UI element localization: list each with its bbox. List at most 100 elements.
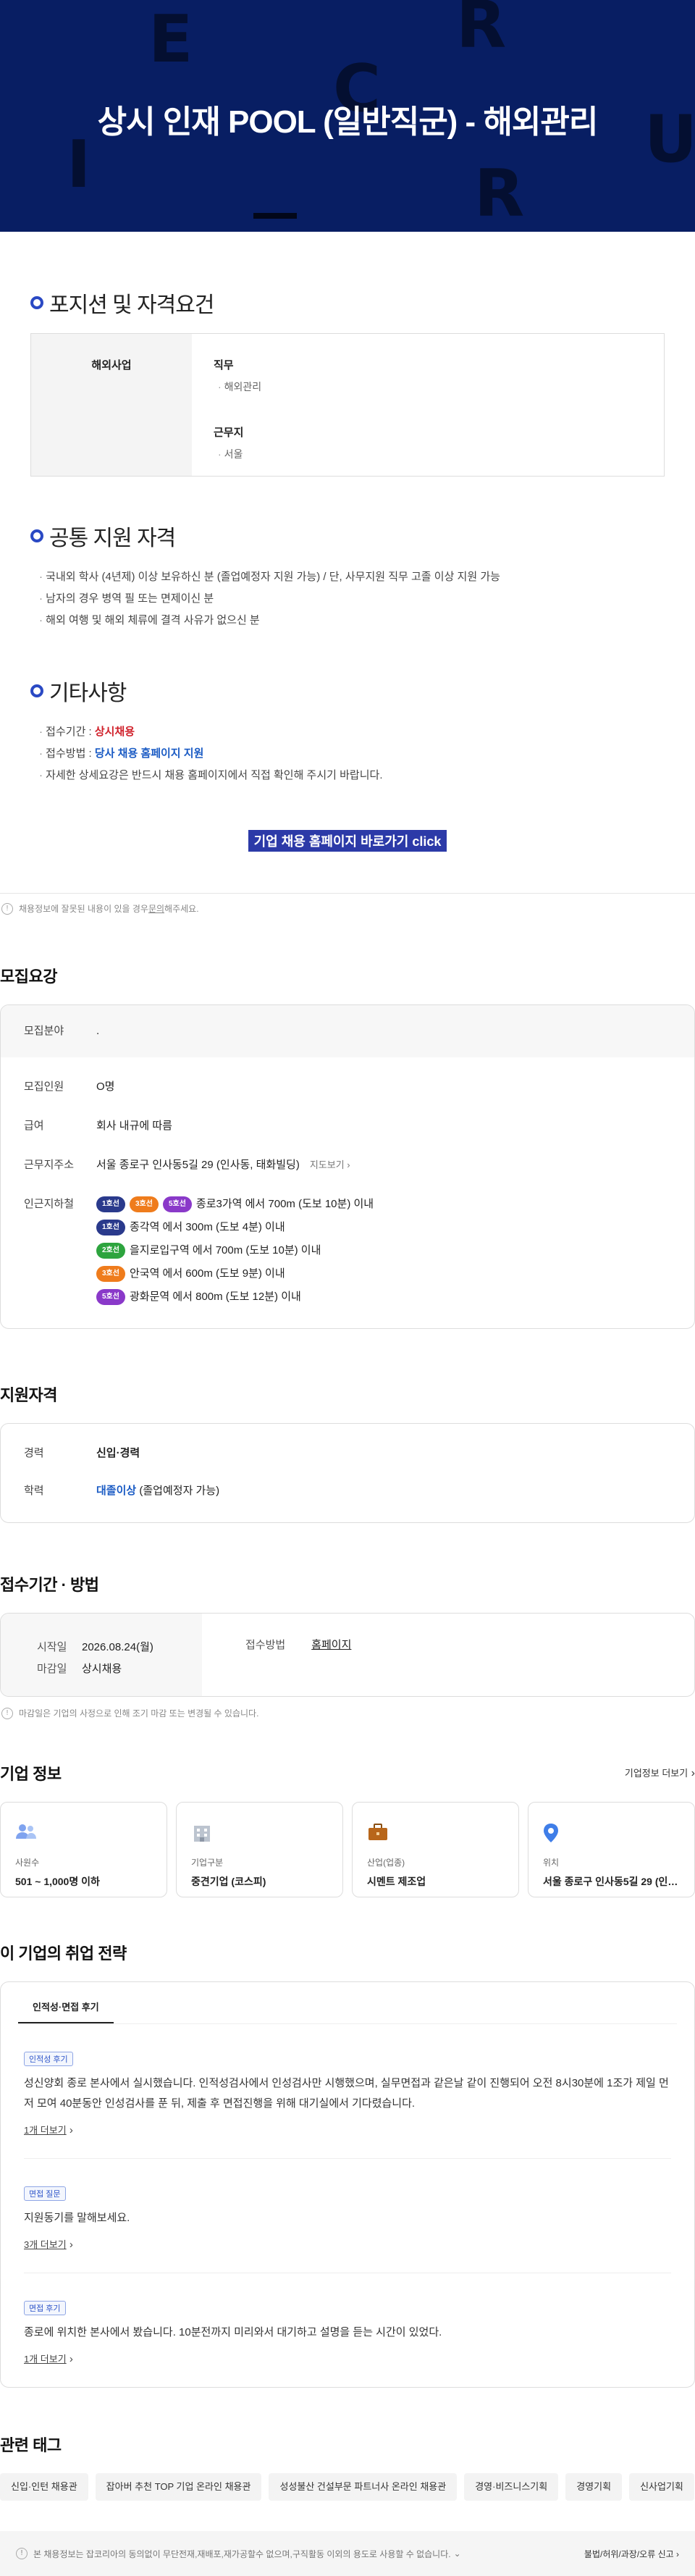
info-icon: ! (1, 902, 13, 915)
review-item: 면접 질문 지원동기를 말해보세요. 3개 더보기 (24, 2159, 671, 2273)
ring-bullet-icon (30, 296, 43, 309)
apply-method-link[interactable]: 홈페이지 (311, 1639, 351, 1651)
location-label: 근무지 (214, 427, 244, 439)
company-card-industry[interactable]: 산업(업종) 시멘트 제조업 (352, 1802, 519, 1897)
tags-title: 관련 태그 (0, 2436, 62, 2454)
company-card-employees[interactable]: 사원수 501 ~ 1,000명 이하 (0, 1802, 167, 1897)
recruit-card: 모집분야 . 모집인원 O명 급여 회사 내규에 따름 근무지주소 서울 종로구… (0, 1004, 695, 1329)
review-item: 면접 후기 종로에 위치한 본사에서 봤습니다. 10분전까지 미리와서 대기하… (24, 2273, 671, 2387)
chevron-down-icon[interactable]: ⌄ (454, 2548, 461, 2559)
etc-section-title: 기타사항 (30, 675, 665, 707)
footer-bar: ! 본 채용정보는 잡코리아의 동의없이 무단전재,재배포,재가공할수 없으며,… (0, 2531, 695, 2576)
briefcase-icon (367, 1823, 504, 1845)
field-value: . (96, 1025, 100, 1037)
map-link[interactable]: 지도보기 (310, 1159, 350, 1170)
line-badge: 1호선 (96, 1220, 125, 1235)
line-badge: 3호선 (96, 1266, 125, 1282)
company-more-link[interactable]: 기업정보 더보기 (625, 1766, 695, 1780)
list-item: 접수방법 : 당사 채용 홈페이지 지원 (39, 743, 665, 765)
education-value: 대졸이상 (96, 1485, 137, 1497)
posting-detail: 포지션 및 자격요건 해외사업 직무 해외관리 근무지 서울 공통 지원 자격 … (0, 287, 695, 852)
people-icon (15, 1823, 152, 1845)
position-table: 해외사업 직무 해외관리 근무지 서울 (30, 333, 665, 477)
hero-deco-letter: E (148, 1, 193, 77)
strategy-section: 이 기업의 취업 전략 인적성·면접 후기 인적성 후기 성신양회 종로 본사에… (0, 1941, 695, 2388)
recruit-section: 모집요강 모집분야 . 모집인원 O명 급여 회사 내규에 따름 근무지주소 서… (0, 964, 695, 1329)
review-item: 인적성 후기 성신양회 종로 본사에서 실시했습니다. 인적성검사에서 인성검사… (24, 2024, 671, 2159)
list-item: 국내외 학사 (4년제) 이상 보유하신 분 (졸업예정자 지원 가능) / 단… (39, 566, 665, 588)
list-item: 남자의 경우 병역 필 또는 면제이신 분 (39, 588, 665, 610)
list-item: 해외 여행 및 해외 체류에 결격 사유가 없으신 분 (39, 610, 665, 632)
line-badge: 5호선 (96, 1289, 125, 1305)
common-section-title: 공통 지원 자격 (30, 520, 665, 552)
tags-section: 관련 태그 신입·인턴 채용관 잡아버 추천 TOP 기업 온라인 채용관 성성… (0, 2433, 695, 2501)
start-date: 2026.08.24(월) (82, 1641, 153, 1653)
hero-deco-letter: R (474, 156, 525, 232)
schedule-section: 접수기간 · 방법 시작일 2026.08.24(월) 마감일 상시채용 접수방법 홈… (0, 1572, 695, 1719)
subway-item: 2호선 을지로입구역 에서 700m (도보 10분) 이내 (96, 1243, 374, 1259)
job-label: 직무 (214, 359, 234, 372)
error-report-notice: ! 채용정보에 잘못된 내용이 있을 경우 문의 해주세요. (0, 902, 695, 915)
qualification-section: 지원자격 경력 신입·경력 학력 대졸이상 (졸업예정자 가능) (0, 1383, 695, 1523)
review-more-link[interactable]: 1개 더보기 (24, 2123, 73, 2136)
address-value: 서울 종로구 인사동5길 29 (인사동, 태화빌딩) 지도보기 (96, 1157, 350, 1173)
schedule-title: 접수기간 · 방법 (0, 1576, 99, 1594)
tag-item[interactable]: 경영기획 (565, 2473, 623, 2501)
subway-item: 1호선 3호선 5호선 종로3가역 에서 700m (도보 10분) 이내 (96, 1196, 374, 1212)
subway-list: 1호선 3호선 5호선 종로3가역 에서 700m (도보 10분) 이내 1호… (96, 1196, 374, 1312)
company-section: 기업 정보 기업정보 더보기 사원수 501 ~ 1,000명 이하 기업구분 … (0, 1761, 695, 1897)
list-item: 접수기간 : 상시채용 (39, 721, 665, 743)
headcount-value: O명 (96, 1081, 115, 1093)
deadline-notice: ! 마감일은 기업의 사정으로 인해 조기 마감 또는 변경될 수 있습니다. (0, 1707, 695, 1719)
subway-item: 3호선 안국역 에서 600m (도보 9분) 이내 (96, 1266, 374, 1282)
tag-list: 신입·인턴 채용관 잡아버 추천 TOP 기업 온라인 채용관 성성불산 건설부… (0, 2473, 695, 2501)
subway-item: 5호선 광화문역 에서 800m (도보 12분) 이내 (96, 1289, 374, 1305)
copyright-notice: 본 채용정보는 잡코리아의 동의없이 무단전재,재배포,재가공할수 없으며,구직… (33, 2548, 451, 2559)
info-icon: ! (16, 2548, 28, 2559)
company-homepage-button[interactable]: 기업 채용 홈페이지 바로가기 click (248, 830, 447, 852)
salary-value: 회사 내규에 따름 (96, 1120, 172, 1132)
tag-item[interactable]: 경영·비즈니스기획 (464, 2473, 559, 2501)
qualification-title: 지원자격 (0, 1386, 57, 1404)
schedule-card: 시작일 2026.08.24(월) 마감일 상시채용 접수방법 홈페이지 (0, 1613, 695, 1697)
hero-deco-letter: R (456, 0, 507, 63)
list-item: 자세한 상세요강은 반드시 채용 홈페이지에서 직접 확인해 주시기 바랍니다. (39, 765, 665, 786)
tag-item[interactable]: 신사업기획 (629, 2473, 694, 2501)
line-badge: 5호선 (162, 1196, 192, 1212)
tag-item[interactable]: 성성불산 건설부문 파트너사 온라인 채용관 (269, 2473, 458, 2501)
hero-deco-bar (253, 213, 297, 219)
line-badge: 1호선 (96, 1196, 125, 1212)
review-more-link[interactable]: 1개 더보기 (24, 2351, 73, 2365)
career-value: 신입·경력 (96, 1447, 140, 1459)
line-badge: 3호선 (129, 1196, 159, 1212)
company-card-location[interactable]: 위치 서울 종로구 인사동5길 29 (인사동, 태화빌딩) (528, 1802, 695, 1897)
report-link[interactable]: 불법/허위/과장/오류 신고 (584, 2548, 679, 2560)
hero-banner: R E C U I R 상시 인재 POOL (일반직군) - 해외관리 (0, 0, 695, 232)
position-dept: 해외사업 (31, 334, 192, 476)
ring-bullet-icon (30, 529, 43, 542)
review-tag: 면접 후기 (24, 2301, 66, 2315)
recruit-title: 모집요강 (0, 968, 57, 986)
line-badge: 2호선 (96, 1243, 125, 1259)
strategy-card: 인적성·면접 후기 인적성 후기 성신양회 종로 본사에서 실시했습니다. 인적… (0, 1981, 695, 2388)
ring-bullet-icon (30, 684, 43, 697)
period-value: 상시채용 (94, 726, 135, 738)
location-pin-icon (543, 1823, 680, 1845)
location-value: 서울 (218, 447, 261, 461)
company-card-type[interactable]: 기업구분 중견기업 (코스피) (176, 1802, 343, 1897)
tag-item[interactable]: 잡아버 추천 TOP 기업 온라인 채용관 (95, 2473, 262, 2501)
tag-item[interactable]: 신입·인턴 채용관 (0, 2473, 88, 2501)
review-tag: 인적성 후기 (24, 2052, 73, 2066)
qualification-card: 경력 신입·경력 학력 대졸이상 (졸업예정자 가능) (0, 1423, 695, 1523)
inquiry-link[interactable]: 문의 (148, 902, 164, 915)
subway-item: 1호선 종각역 에서 300m (도보 4분) 이내 (96, 1220, 374, 1235)
strategy-title: 이 기업의 취업 전략 (0, 1944, 127, 1963)
etc-list: 접수기간 : 상시채용 접수방법 : 당사 채용 홈페이지 지원 자세한 상세요… (30, 721, 665, 786)
company-cards: 사원수 501 ~ 1,000명 이하 기업구분 중견기업 (코스피) 산업(업… (0, 1802, 695, 1897)
review-tag: 면접 질문 (24, 2186, 66, 2201)
company-title: 기업 정보 (0, 1765, 62, 1783)
method-value: 당사 채용 홈페이지 지원 (94, 747, 204, 760)
review-more-link[interactable]: 3개 더보기 (24, 2237, 73, 2251)
tab-interview-review[interactable]: 인적성·면접 후기 (18, 2000, 114, 2023)
page-title: 상시 인재 POOL (일반직군) - 해외관리 (97, 104, 599, 140)
